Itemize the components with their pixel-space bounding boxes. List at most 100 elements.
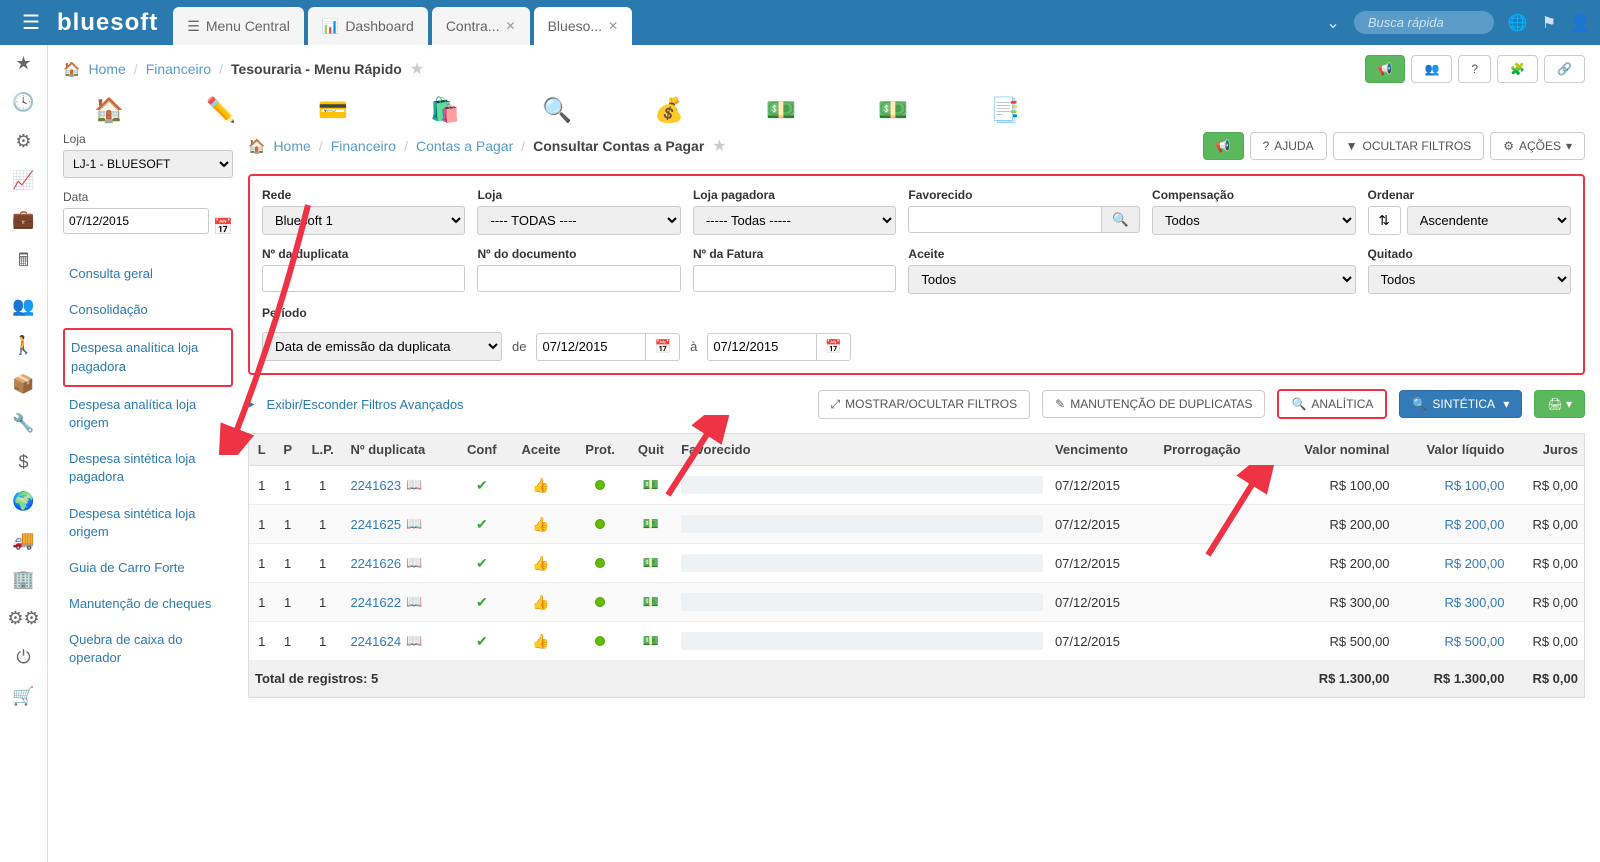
calculator-icon[interactable]: 🖩: [18, 248, 29, 278]
close-icon[interactable]: ✕: [506, 19, 516, 33]
lojapag-select[interactable]: ----- Todas -----: [693, 206, 896, 235]
duplicata-link[interactable]: 2241624: [350, 634, 401, 649]
th-pror[interactable]: Prorrogação: [1157, 434, 1271, 466]
advanced-filters-link[interactable]: Exibir/Esconder Filtros Avançados: [267, 397, 464, 412]
quit-select[interactable]: Todos: [1368, 265, 1571, 294]
power-icon[interactable]: ⏻: [16, 647, 30, 668]
date-to-input[interactable]: [707, 333, 817, 361]
sidebar-link[interactable]: Consolidação: [63, 292, 233, 328]
briefcase-icon[interactable]: 💼: [12, 209, 34, 230]
pencil-icon[interactable]: ✏️: [205, 98, 237, 122]
acoes-button[interactable]: ⚙ AÇÕES ▾: [1490, 132, 1585, 160]
bc2-home[interactable]: Home: [273, 138, 310, 154]
announce-button[interactable]: 📢: [1365, 55, 1406, 83]
book-icon[interactable]: 📖: [406, 516, 422, 532]
link-button[interactable]: 🔗: [1544, 55, 1585, 83]
wrench-icon[interactable]: 🔧: [12, 413, 34, 434]
table-row[interactable]: 1112241623 📖✔👍💵07/12/2015R$ 100,00R$ 100…: [249, 466, 1584, 505]
favorite-icon[interactable]: ★: [410, 59, 424, 79]
favorite-icon[interactable]: ★: [712, 136, 726, 156]
clock-icon[interactable]: 🕓: [12, 92, 34, 113]
sidebar-link[interactable]: Guia de Carro Forte: [63, 550, 233, 586]
cash2-icon[interactable]: 💵: [877, 98, 909, 122]
bc2-cap[interactable]: Contas a Pagar: [416, 138, 513, 154]
ocultar-filtros-button[interactable]: ▼ OCULTAR FILTROS: [1333, 132, 1485, 160]
th-vliq[interactable]: Valor líquido: [1396, 434, 1511, 466]
rede-select[interactable]: Bluesoft 1: [262, 206, 465, 235]
sidebar-link[interactable]: Quebra de caixa do operador: [63, 622, 233, 676]
date-from-input[interactable]: [536, 333, 646, 361]
users-icon[interactable]: 👥: [12, 296, 34, 317]
cell-vliq[interactable]: R$ 200,00: [1396, 505, 1511, 544]
menu-toggle-icon[interactable]: ☰: [10, 10, 52, 35]
periodo-select[interactable]: Data de emissão da duplicata: [262, 332, 502, 361]
manutencao-button[interactable]: ✎ MANUTENÇÃO DE DUPLICATAS: [1042, 390, 1265, 418]
calendar-icon[interactable]: 📅: [213, 217, 233, 237]
th-lp[interactable]: L.P.: [301, 434, 345, 466]
tab-dashboard[interactable]: 📊 Dashboard: [308, 7, 428, 45]
mostrar-ocultar-button[interactable]: ⤢ MOSTRAR/OCULTAR FILTROS: [818, 390, 1031, 419]
favorecido-search-button[interactable]: 🔍: [1102, 206, 1140, 233]
plugin-button[interactable]: 🧩: [1497, 55, 1538, 83]
sidebar-link[interactable]: Despesa analítica loja origem: [63, 387, 233, 441]
cell-vliq[interactable]: R$ 100,00: [1396, 466, 1511, 505]
calendar-icon[interactable]: 📅: [646, 333, 680, 361]
th-venc[interactable]: Vencimento: [1049, 434, 1157, 466]
book-icon[interactable]: 📖: [406, 477, 422, 493]
line-chart-icon[interactable]: 📈: [12, 170, 34, 191]
globe-icon[interactable]: 🌐: [1508, 13, 1528, 33]
th-l[interactable]: L: [249, 434, 274, 466]
sintetica-button[interactable]: 🔍 SINTÉTICA ▾: [1399, 390, 1522, 418]
table-row[interactable]: 1112241625 📖✔👍💵07/12/2015R$ 200,00R$ 200…: [249, 505, 1584, 544]
th-aceite[interactable]: Aceite: [508, 434, 573, 466]
gear-icon[interactable]: ⚙: [15, 131, 31, 152]
book-icon[interactable]: 📖: [406, 555, 422, 571]
truck-icon[interactable]: 🚚: [12, 530, 34, 551]
boxes-icon[interactable]: 📦: [12, 374, 34, 395]
tab-bluesoft[interactable]: Blueso... ✕: [534, 7, 633, 45]
duplicata-link[interactable]: 2241622: [350, 595, 401, 610]
book-icon[interactable]: 📖: [406, 633, 422, 649]
ajuda-button[interactable]: ? AJUDA: [1250, 132, 1327, 160]
th-p[interactable]: P: [274, 434, 300, 466]
ndoc-input[interactable]: [477, 265, 680, 292]
report-icon[interactable]: 📑: [989, 98, 1021, 122]
flag-icon[interactable]: ⚑: [1542, 13, 1556, 33]
table-row[interactable]: 1112241626 📖✔👍💵07/12/2015R$ 200,00R$ 200…: [249, 544, 1584, 583]
calendar-icon[interactable]: 📅: [817, 333, 851, 361]
building-icon[interactable]: 🏢: [12, 569, 34, 590]
bc-financeiro[interactable]: Financeiro: [146, 61, 211, 77]
house-icon[interactable]: 🏠: [93, 98, 125, 122]
table-row[interactable]: 1112241622 📖✔👍💵07/12/2015R$ 300,00R$ 300…: [249, 583, 1584, 622]
sort-button[interactable]: ⇅: [1368, 206, 1401, 235]
star-icon[interactable]: ★: [15, 53, 31, 74]
tab-menu-central[interactable]: ☰ Menu Central: [173, 7, 304, 45]
search-doc-icon[interactable]: 🔍: [541, 98, 573, 122]
duplicata-link[interactable]: 2241623: [350, 478, 401, 493]
person-icon[interactable]: 🚶: [12, 335, 34, 356]
help-top-button[interactable]: ?: [1458, 55, 1491, 83]
cash-icon[interactable]: 💵: [765, 98, 797, 122]
comp-select[interactable]: Todos: [1152, 206, 1355, 235]
cell-vliq[interactable]: R$ 300,00: [1396, 583, 1511, 622]
favorecido-input[interactable]: [908, 206, 1102, 233]
cart-icon[interactable]: 🛒: [12, 686, 34, 707]
announce-button[interactable]: 📢: [1203, 132, 1244, 160]
duplicata-link[interactable]: 2241626: [350, 556, 401, 571]
bag-icon[interactable]: 🛍️: [429, 98, 461, 122]
close-icon[interactable]: ✕: [608, 19, 618, 33]
print-button[interactable]: 🖨 ▾: [1534, 390, 1585, 418]
quick-search-input[interactable]: [1354, 11, 1494, 34]
loja-select[interactable]: LJ-1 - BLUESOFT: [63, 150, 233, 178]
ndup-input[interactable]: [262, 265, 465, 292]
book-icon[interactable]: 📖: [406, 594, 422, 610]
th-ndup[interactable]: Nº duplicata: [344, 434, 455, 466]
th-conf[interactable]: Conf: [455, 434, 508, 466]
th-fav[interactable]: Favorecido: [675, 434, 1049, 466]
money-add-icon[interactable]: 💰: [653, 98, 685, 122]
cogs-icon[interactable]: ⚙⚙: [7, 608, 39, 629]
ord-select[interactable]: Ascendente: [1407, 206, 1571, 235]
dollar-icon[interactable]: $: [18, 452, 28, 473]
sidebar-link[interactable]: Consulta geral: [63, 256, 233, 292]
sidebar-link[interactable]: Despesa sintética loja origem: [63, 496, 233, 550]
